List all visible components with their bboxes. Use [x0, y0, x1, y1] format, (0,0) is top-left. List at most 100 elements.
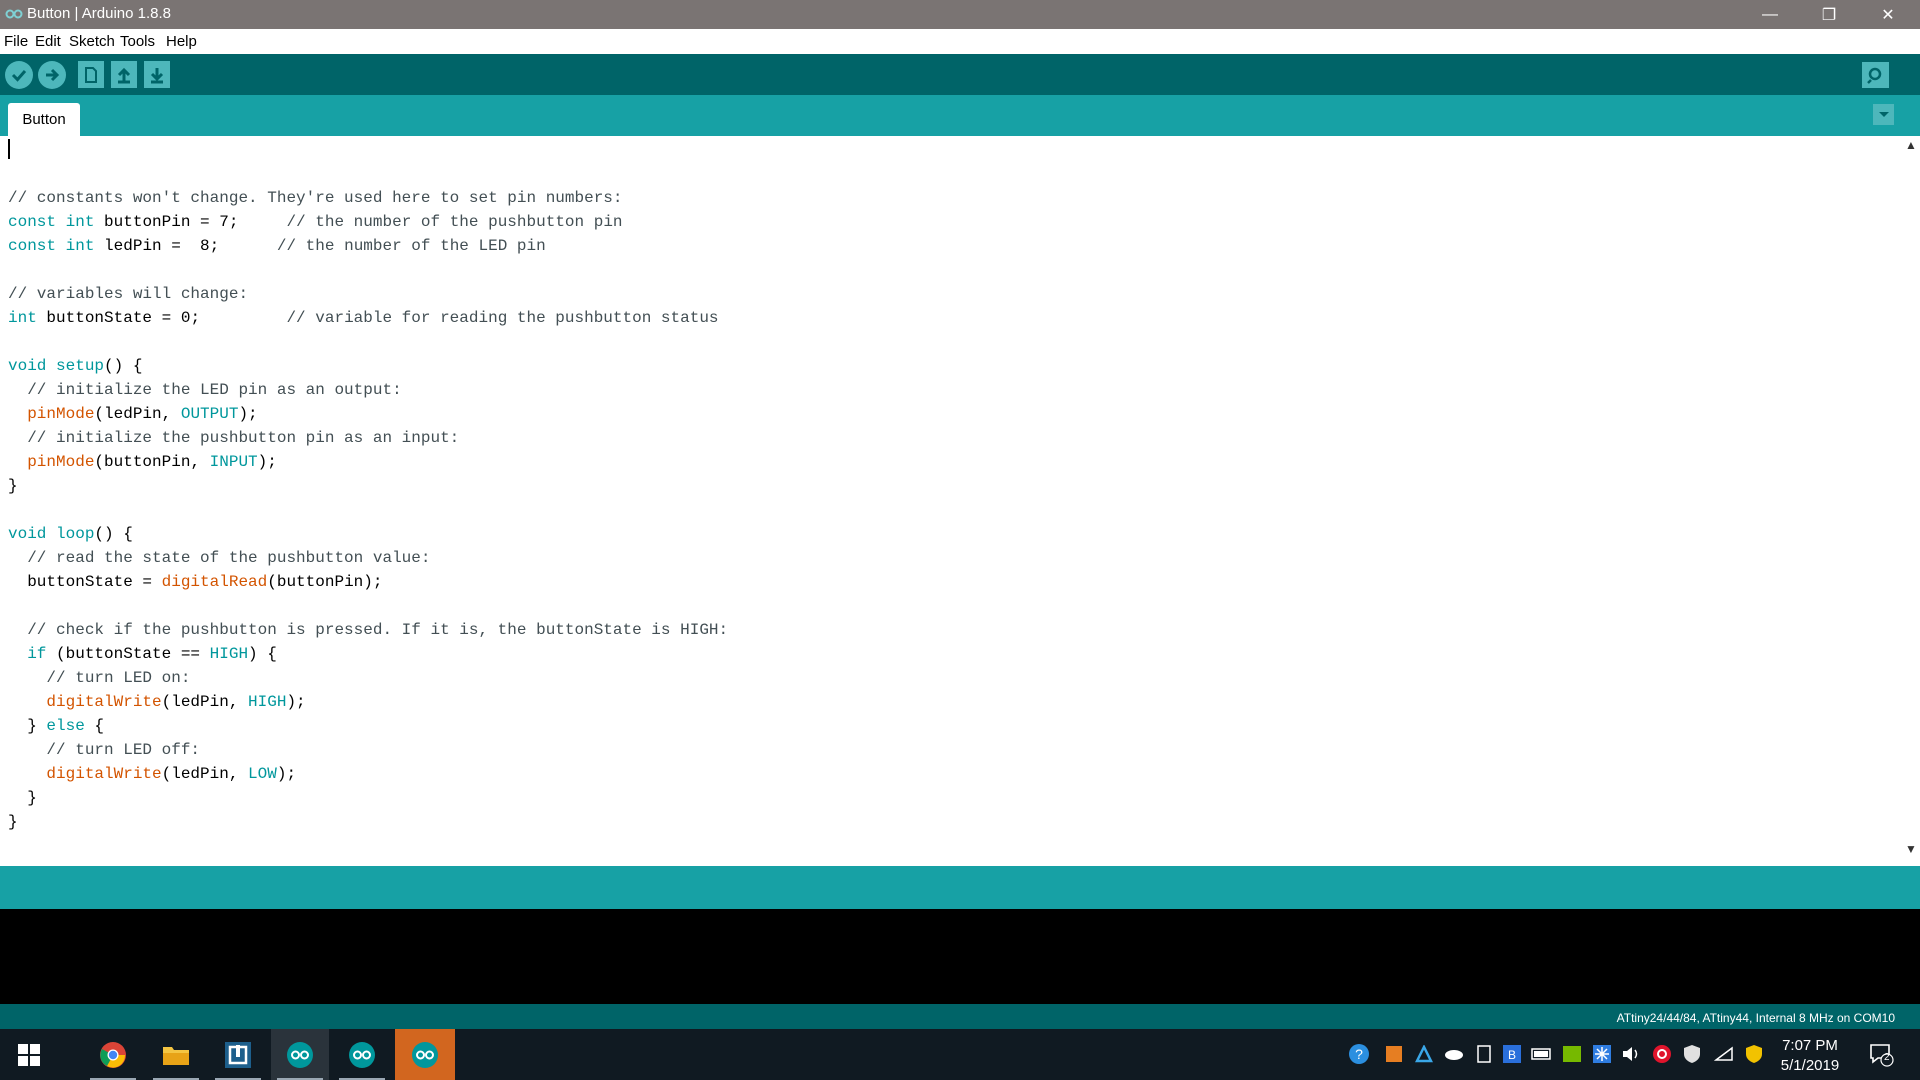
notification-count: 2: [1884, 1052, 1890, 1063]
code-token: // read the state of the pushbutton valu…: [27, 549, 431, 567]
help-icon[interactable]: ?: [1348, 1043, 1370, 1065]
close-button[interactable]: ✕: [1865, 0, 1911, 29]
code-token: }: [8, 813, 18, 831]
verify-button[interactable]: [5, 61, 33, 89]
menu-sketch[interactable]: Sketch: [69, 33, 115, 50]
shield-icon[interactable]: [1681, 1043, 1703, 1065]
code-token: // the number of the pushbutton pin: [286, 213, 623, 231]
tab-menu-button[interactable]: [1873, 104, 1894, 125]
code-token: // constants won't change. They're used …: [8, 189, 623, 207]
snowflake-icon[interactable]: [1591, 1043, 1613, 1065]
code-token: // variable for reading the pushbutton s…: [286, 309, 719, 327]
tab-label: Button: [22, 111, 66, 128]
code-line: digitalWrite(ledPin, LOW);: [8, 762, 728, 786]
code-token: // initialize the pushbutton pin as an i…: [27, 429, 460, 447]
code-line: void loop() {: [8, 522, 728, 546]
security-icon[interactable]: [1743, 1043, 1765, 1065]
minimize-button[interactable]: —: [1747, 0, 1793, 29]
code-editor[interactable]: // constants won't change. They're used …: [0, 136, 1920, 866]
title-bar: Button | Arduino 1.8.8 — ❐ ✕: [0, 0, 1920, 29]
arrow-down-icon: [150, 67, 164, 83]
code-line: // initialize the pushbutton pin as an i…: [8, 426, 728, 450]
code-token: // check if the pushbutton is pressed. I…: [27, 621, 729, 639]
taskbar-store-app[interactable]: [209, 1029, 267, 1080]
bluetooth-icon[interactable]: B: [1501, 1043, 1523, 1065]
code-token: (ledPin,: [161, 693, 249, 711]
code-line: void setup() {: [8, 354, 728, 378]
save-button[interactable]: [144, 61, 170, 88]
arduino-icon: [349, 1041, 375, 1068]
taskbar-clock[interactable]: 7:07 PM 5/1/2019: [1770, 1036, 1850, 1076]
restore-icon: ❐: [1821, 6, 1837, 24]
action-center-button[interactable]: 2: [1868, 1041, 1894, 1067]
arrow-up-icon: [117, 67, 131, 83]
clock-time: 7:07 PM: [1782, 1037, 1838, 1054]
beats-icon[interactable]: [1651, 1043, 1673, 1065]
taskbar-chrome[interactable]: [84, 1029, 142, 1080]
wifi-icon[interactable]: [1713, 1043, 1735, 1065]
code-token: (buttonPin,: [94, 453, 210, 471]
code-token: {: [84, 717, 105, 735]
battery-icon[interactable]: [1531, 1043, 1553, 1065]
toolbar: [0, 54, 1920, 95]
status-bar: ATtiny24/44/84, ATtiny44, Internal 8 MHz…: [0, 1004, 1920, 1029]
arduino-icon: [287, 1041, 313, 1068]
code-token: INPUT: [209, 453, 258, 471]
code-token: }: [8, 789, 37, 807]
menu-tools[interactable]: Tools: [120, 33, 155, 50]
console-output[interactable]: [0, 909, 1920, 1004]
code-token: (buttonState ==: [46, 645, 210, 663]
open-button[interactable]: [111, 61, 137, 88]
restore-button[interactable]: ❐: [1806, 0, 1852, 29]
folder-icon: [163, 1046, 189, 1065]
code-token: void: [8, 525, 47, 543]
code-token: HIGH: [248, 693, 287, 711]
code-line: }: [8, 786, 728, 810]
code-token: );: [276, 765, 297, 783]
menu-file[interactable]: File: [4, 33, 28, 50]
code-token: () {: [104, 357, 143, 375]
vertical-scrollbar[interactable]: ▲ ▼: [1902, 136, 1920, 866]
taskbar-file-explorer[interactable]: [147, 1029, 205, 1080]
svg-text:B: B: [1508, 1048, 1516, 1062]
scroll-up-icon[interactable]: ▲: [1905, 138, 1917, 152]
onedrive-icon[interactable]: [1443, 1043, 1465, 1065]
code-token: // turn LED on:: [46, 669, 191, 687]
minimize-icon: —: [1762, 5, 1778, 23]
scroll-down-icon[interactable]: ▼: [1905, 842, 1917, 856]
serial-monitor-button[interactable]: [1862, 62, 1889, 88]
code-token: // variables will change:: [8, 285, 249, 303]
code-token: digitalRead: [161, 573, 268, 591]
code-text[interactable]: // constants won't change. They're used …: [8, 162, 728, 834]
code-token: int: [8, 309, 37, 327]
code-token: buttonPin = 7;: [94, 213, 287, 231]
code-line: }: [8, 810, 728, 834]
taskbar-arduino-3[interactable]: [395, 1029, 455, 1080]
autodesk-icon[interactable]: [1413, 1043, 1435, 1065]
tab-button-sketch[interactable]: Button: [8, 103, 80, 136]
nvidia-icon[interactable]: [1561, 1043, 1583, 1065]
code-token: }: [8, 477, 18, 495]
epic-icon[interactable]: [1473, 1043, 1495, 1065]
menu-help[interactable]: Help: [166, 33, 197, 50]
start-button[interactable]: [0, 1029, 58, 1080]
code-line: buttonState = digitalRead(buttonPin);: [8, 570, 728, 594]
taskbar-arduino-1[interactable]: [271, 1029, 329, 1080]
code-token: (buttonPin);: [267, 573, 383, 591]
code-token: // turn LED off:: [46, 741, 201, 759]
volume-icon[interactable]: [1621, 1043, 1643, 1065]
new-button[interactable]: [78, 61, 104, 88]
java-icon[interactable]: [1383, 1043, 1405, 1065]
code-line: if (buttonState == HIGH) {: [8, 642, 728, 666]
taskbar-arduino-2[interactable]: [333, 1029, 391, 1080]
code-token: const: [8, 213, 57, 231]
code-line: // turn LED on:: [8, 666, 728, 690]
menu-edit[interactable]: Edit: [35, 33, 61, 50]
upload-button[interactable]: [38, 61, 66, 89]
